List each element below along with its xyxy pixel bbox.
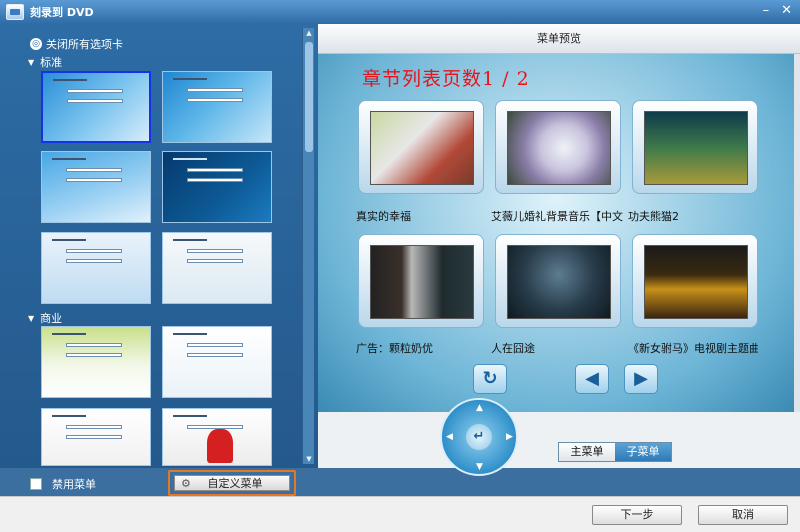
disable-menu-checkbox[interactable] [30,478,42,490]
dpad-right-icon[interactable]: ▶ [506,432,513,442]
group-business-header[interactable]: ▼ 商业 [28,310,62,326]
custom-menu-label: 自定义菜单 [207,477,263,490]
template-thumbnail[interactable] [162,408,272,466]
window-title: 刻录到 DVD [30,6,94,19]
arrow-left-icon[interactable]: ◀ [575,364,609,394]
template-thumbnail[interactable] [162,232,272,304]
gear-icon: ⚙ [181,476,191,490]
group-business-label: 商业 [40,312,63,325]
title-bar: 刻录到 DVD – ✕ [0,0,800,24]
enter-icon[interactable]: ↵ [466,424,492,450]
disable-menu-label: 禁用菜单 [52,478,96,491]
triangle-down-icon: ▼ [28,57,35,67]
close-all-tabs-label: 关闭所有选项卡 [46,38,123,51]
chapter-caption: 艾薇儿婚礼背景音乐【中文 [491,210,623,223]
chapter-thumbnail[interactable] [495,234,621,328]
preview-header: 菜单预览 [318,24,800,54]
menu-preview-area: 章节列表页数1 / 2 真实的幸福 艾薇儿婚礼背景音乐【中文 功夫熊猫2 广告：… [318,54,794,412]
chapter-thumbnail[interactable] [358,234,484,328]
template-thumbnail[interactable] [162,151,272,223]
chapter-thumbnail[interactable] [358,100,484,194]
collapse-all-icon: ◎ [30,38,42,50]
return-icon[interactable]: ↻ [473,364,507,394]
dvd-app-icon [6,4,24,20]
close-all-tabs-link[interactable]: ◎ 关闭所有选项卡 [30,36,123,52]
preview-scrollbar[interactable] [794,54,800,412]
template-thumbnail[interactable] [41,326,151,398]
close-button[interactable]: ✕ [781,4,792,18]
chapter-caption: 功夫熊猫2 [628,210,679,223]
preview-panel: 菜单预览 章节列表页数1 / 2 真实的幸福 艾薇儿婚礼背景音乐【中文 功夫熊猫… [318,24,800,476]
custom-menu-highlight: ⚙ 自定义菜单 [168,470,296,496]
template-thumbnail[interactable] [41,71,151,143]
template-thumbnail[interactable] [41,232,151,304]
group-standard-header[interactable]: ▼ 标准 [28,54,62,70]
template-thumbnail[interactable] [41,151,151,223]
chapter-thumbnail[interactable] [632,234,758,328]
dpad-left-icon[interactable]: ◀ [446,432,453,442]
scroll-down-icon[interactable]: ▼ [303,454,315,464]
template-panel: ◎ 关闭所有选项卡 ▼ 标准 ▼ 商业 ▲ ▼ [0,24,318,468]
cancel-button[interactable]: 取消 [698,505,788,525]
group-standard-label: 标准 [40,56,63,69]
disable-menu-option[interactable]: 禁用菜单 [30,476,96,492]
minimize-button[interactable]: – [763,4,770,18]
template-thumbnail[interactable] [41,408,151,466]
chapter-page-title: 章节列表页数1 / 2 [362,68,530,90]
chapter-thumbnail[interactable] [495,100,621,194]
custom-menu-button[interactable]: ⚙ 自定义菜单 [174,475,290,491]
template-thumbnail[interactable] [162,326,272,398]
tab-sub-menu[interactable]: 子菜单 [615,443,671,461]
dpad-up-icon[interactable]: ▲ [476,403,483,413]
direction-pad: ▲ ▼ ◀ ▶ ↵ [440,398,518,476]
template-thumbnail[interactable] [162,71,272,143]
chapter-thumbnail[interactable] [632,100,758,194]
arrow-right-icon[interactable]: ▶ [624,364,658,394]
remote-controls: ▲ ▼ ◀ ▶ ↵ 主菜单 子菜单 [318,398,800,476]
red-figure-graphic [207,429,233,463]
scroll-up-icon[interactable]: ▲ [303,28,315,38]
chapter-caption: 广告：颗粒奶优 [356,342,433,355]
menu-type-switch: 主菜单 子菜单 [558,442,672,462]
tab-main-menu[interactable]: 主菜单 [559,443,615,461]
chapter-caption: 真实的幸福 [356,210,411,223]
triangle-down-icon: ▼ [28,313,35,323]
next-button[interactable]: 下一步 [592,505,682,525]
dpad-down-icon[interactable]: ▼ [476,462,483,472]
dialog-footer: 下一步 取消 [0,496,800,532]
chapter-caption: 《新女驸马》电视剧主题曲 [628,342,758,355]
scrollbar-thumb[interactable] [305,42,313,152]
chapter-caption: 人在囧途 [491,342,535,355]
template-scrollbar[interactable]: ▲ ▼ [302,28,314,464]
